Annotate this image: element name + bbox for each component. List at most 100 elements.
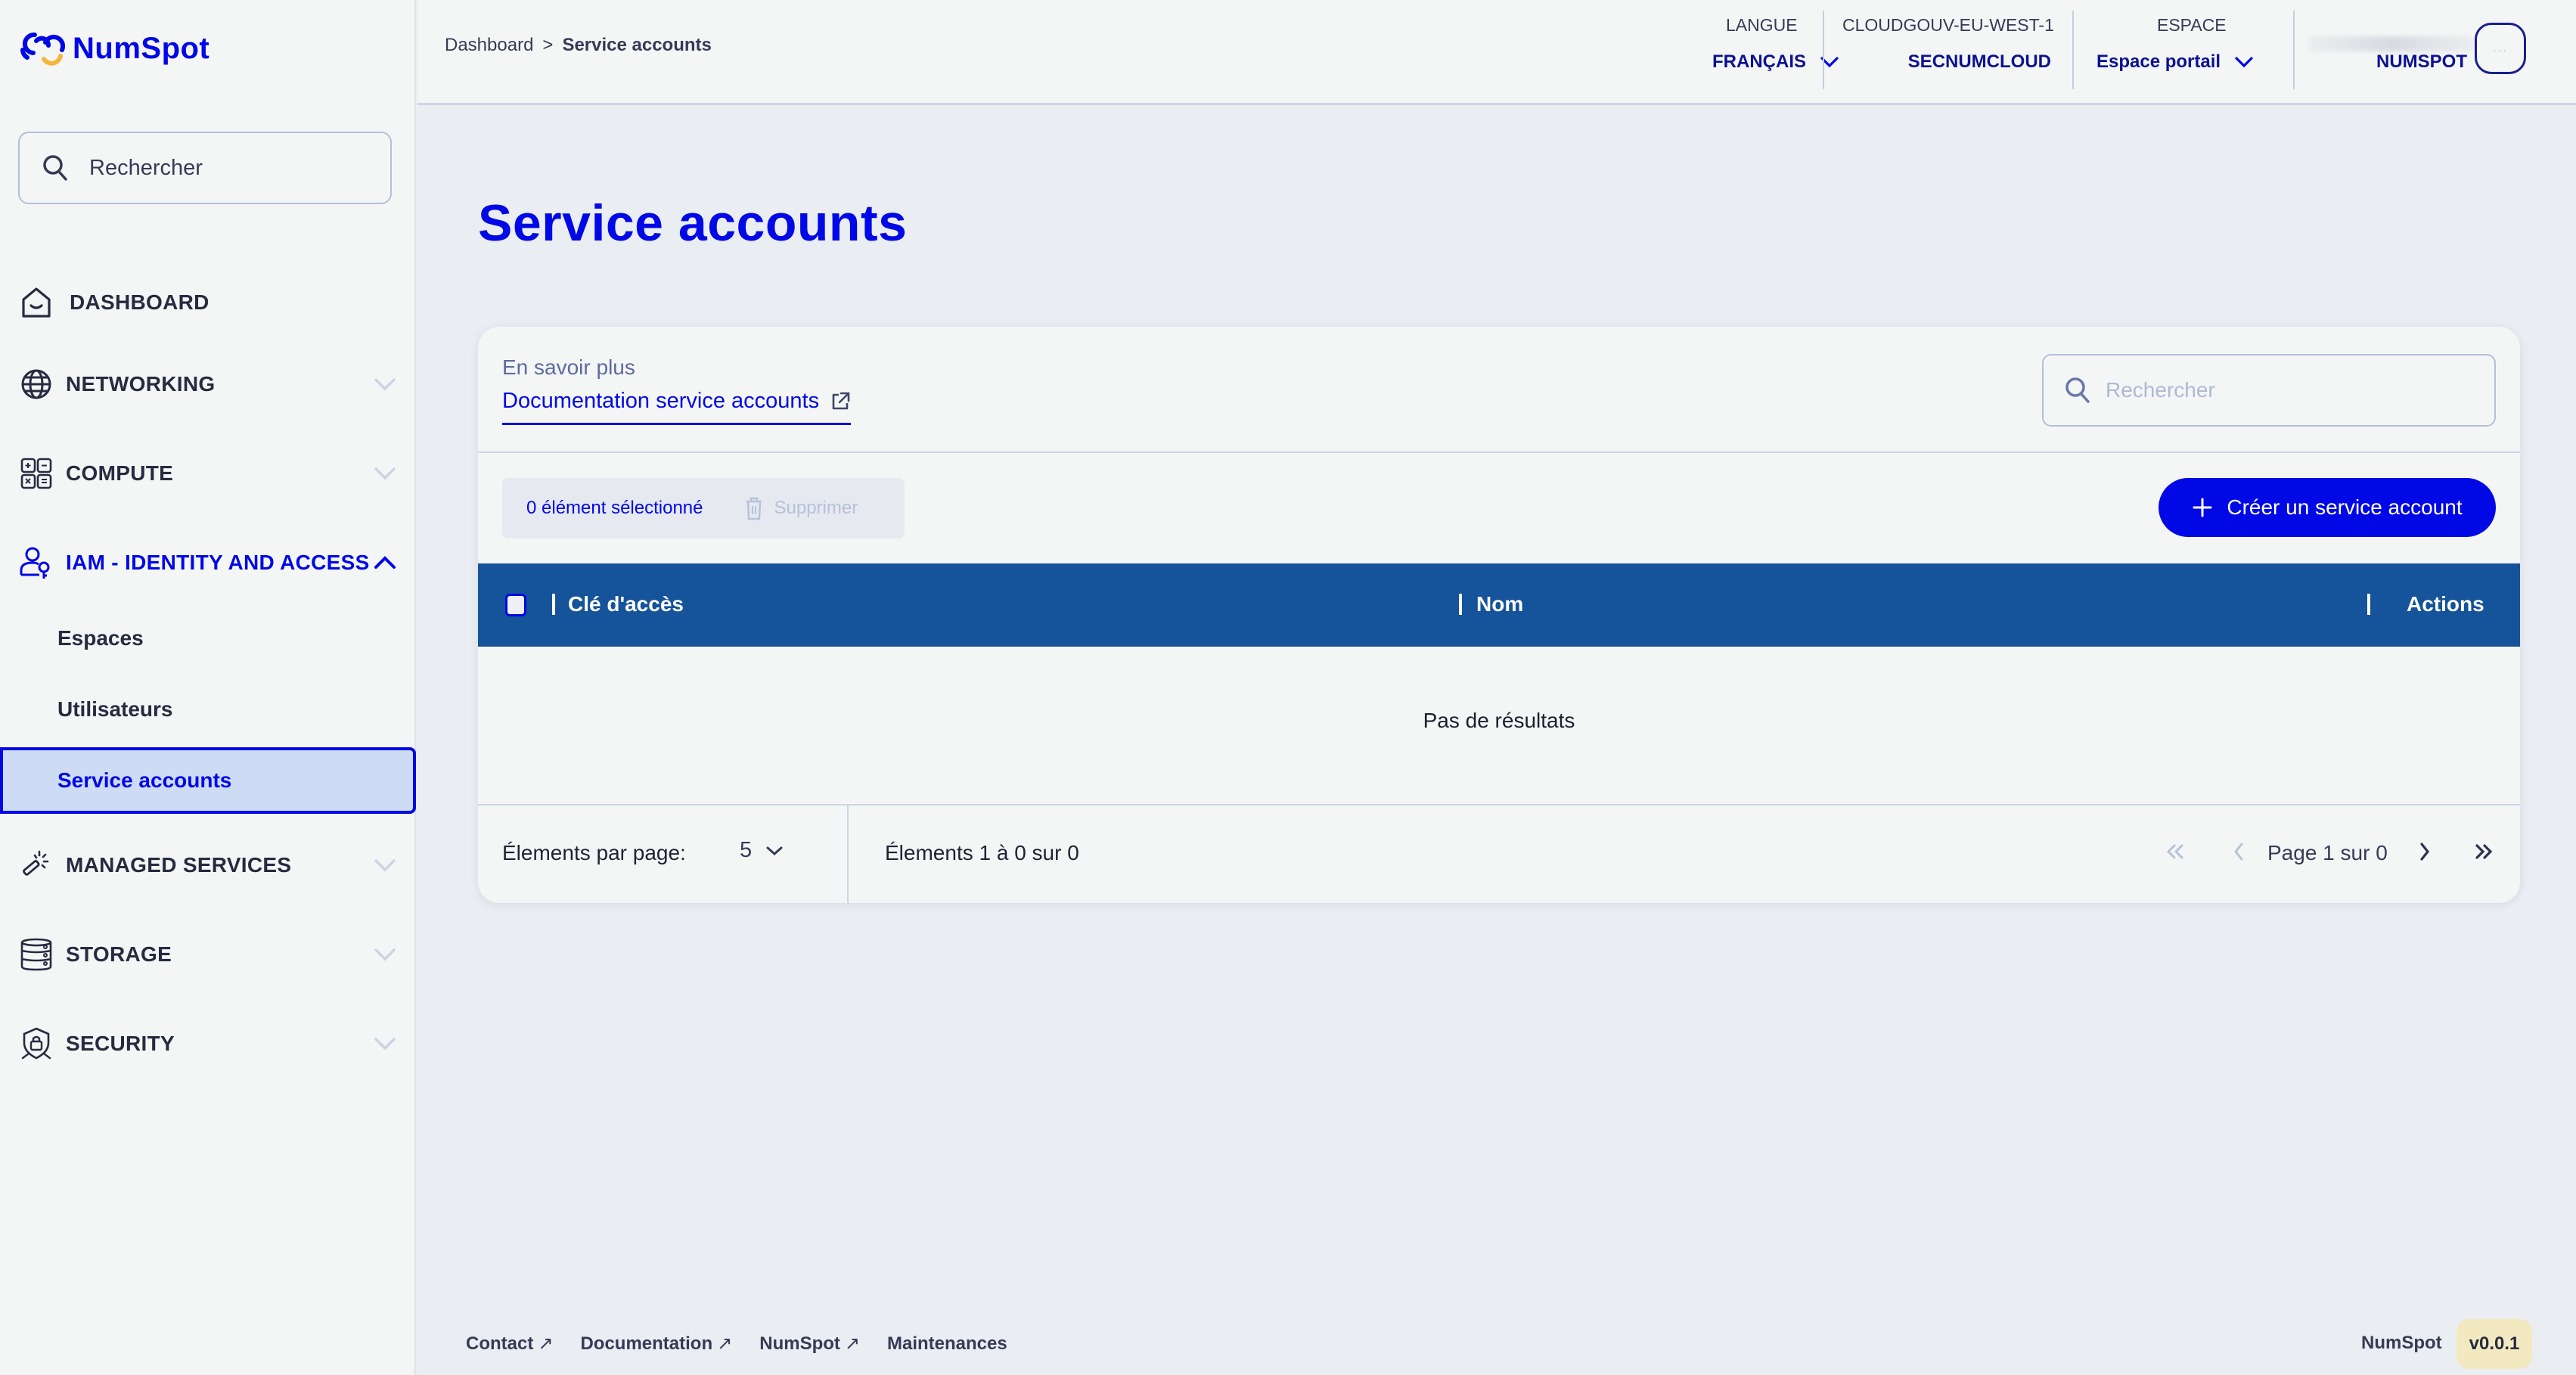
- select-all-checkbox[interactable]: [505, 594, 526, 616]
- per-page-label: Élements par page:: [502, 841, 686, 864]
- empty-state-message: Pas de résultats: [1423, 709, 1575, 732]
- footer-link-documentation[interactable]: Documentation ↗: [580, 1333, 732, 1355]
- sidebar-item-label: STORAGE: [66, 942, 172, 966]
- create-service-account-button[interactable]: Créer un service account: [2159, 478, 2496, 537]
- numspot-logo[interactable]: NumSpot: [17, 27, 209, 70]
- documentation-link[interactable]: Documentation service accounts: [502, 389, 852, 425]
- sidebar-item-label: MANAGED SERVICES: [66, 853, 292, 877]
- last-page-button[interactable]: [2470, 838, 2497, 865]
- column-resizer[interactable]: [2367, 594, 2370, 615]
- create-button-label: Créer un service account: [2227, 495, 2463, 519]
- search-icon: [2065, 377, 2090, 403]
- sidebar-subitem-label: Utilisateurs: [57, 697, 173, 721]
- card-divider: [478, 452, 2520, 453]
- plus-icon: [2193, 498, 2212, 517]
- version-badge: v0.0.1: [2457, 1319, 2532, 1369]
- column-header-name[interactable]: Nom: [1476, 592, 1523, 616]
- region-value: SECNUMCLOUD: [1907, 51, 2051, 72]
- table-search-placeholder: Rechercher: [2106, 378, 2215, 402]
- first-page-button[interactable]: [2162, 838, 2189, 865]
- per-page-value: 5: [740, 838, 753, 862]
- language-value-text: FRANÇAIS: [1712, 51, 1806, 72]
- column-resizer[interactable]: [552, 594, 555, 615]
- brand-name: NumSpot: [73, 31, 210, 65]
- sidebar-subitem-label: Service accounts: [57, 768, 232, 792]
- selection-count: 0 élément sélectionné: [526, 498, 703, 518]
- space-label: ESPACE: [2157, 15, 2227, 35]
- next-page-button[interactable]: [2411, 838, 2438, 865]
- sidebar-item-managed-services[interactable]: MANAGED SERVICES: [0, 843, 416, 888]
- external-arrow-icon: ↗: [844, 1333, 860, 1354]
- delete-button[interactable]: Supprimer: [745, 496, 858, 520]
- sidebar-subitem-label: Espaces: [57, 626, 144, 650]
- globe-icon: [20, 368, 53, 401]
- chevron-down-icon: [374, 1038, 396, 1051]
- chevron-down-icon: [374, 948, 396, 961]
- sidebar-item-dashboard[interactable]: DASHBOARD: [0, 280, 416, 325]
- language-value: FRANÇAIS: [1712, 51, 1839, 73]
- header-divider: [2072, 11, 2074, 89]
- trash-icon: [746, 497, 762, 520]
- sidebar-item-label: SECURITY: [66, 1032, 175, 1055]
- footer-link-label: NumSpot: [759, 1333, 840, 1354]
- sidebar-item-compute[interactable]: COMPUTE: [0, 451, 416, 496]
- language-label: LANGUE: [1726, 15, 1798, 35]
- previous-page-button[interactable]: [2225, 838, 2252, 865]
- sidebar-search-input[interactable]: Rechercher: [18, 132, 392, 204]
- footer-link-numspot[interactable]: NumSpot ↗: [759, 1333, 860, 1355]
- region-info: CLOUDGOUV-EU-WEST-1 SECNUMCLOUD: [1842, 14, 2069, 86]
- column-header-actions: Actions: [2407, 592, 2484, 616]
- breadcrumb-link-dashboard[interactable]: Dashboard: [445, 35, 533, 56]
- header-divider: [1823, 11, 1824, 89]
- user-avatar-button[interactable]: ...: [2475, 23, 2526, 74]
- sidebar-item-security[interactable]: SECURITY: [0, 1021, 416, 1066]
- top-bar: Dashboard > Service accounts LANGUE FRAN…: [417, 0, 2576, 105]
- header-divider: [2293, 11, 2295, 89]
- sidebar-item-label: NETWORKING: [66, 372, 216, 396]
- numspot-logo-icon: [20, 32, 65, 66]
- chevron-down-icon: [374, 467, 396, 480]
- breadcrumb: Dashboard > Service accounts: [445, 35, 712, 56]
- redacted-email: [2308, 36, 2475, 51]
- delete-button-label: Supprimer: [774, 498, 858, 518]
- footer-link-contact[interactable]: Contact ↗: [466, 1333, 553, 1355]
- footer-link-maintenances[interactable]: Maintenances: [887, 1333, 1007, 1355]
- account-info[interactable]: NUMSPOT: [2308, 14, 2475, 86]
- magic-wand-icon: [20, 849, 53, 882]
- home-icon: [20, 286, 53, 319]
- table-search-input[interactable]: Rechercher: [2042, 354, 2496, 427]
- footer-brand: NumSpot: [2361, 1333, 2442, 1353]
- chevron-down-icon: [2235, 57, 2253, 68]
- bulk-action-bar: 0 élément sélectionné Supprimer: [502, 478, 905, 539]
- chevron-down-icon: [374, 378, 396, 391]
- breadcrumb-separator: >: [542, 35, 554, 55]
- sidebar-item-label: DASHBOARD: [70, 290, 209, 314]
- per-page-select[interactable]: 5: [740, 838, 784, 863]
- column-header-access-key[interactable]: Clé d'accès: [568, 592, 684, 616]
- footer-link-label: Contact: [466, 1333, 534, 1354]
- footer-links: Contact ↗ Documentation ↗ NumSpot ↗ Main…: [466, 1333, 1007, 1355]
- chevrons-left-icon: [2166, 844, 2183, 859]
- user-key-icon: [20, 546, 53, 579]
- sidebar-item-networking[interactable]: NETWORKING: [0, 362, 416, 407]
- pagination-divider: [478, 804, 2520, 805]
- sidebar-subitem-service-accounts[interactable]: Service accounts: [0, 747, 416, 814]
- chevrons-right-icon: [2475, 844, 2493, 859]
- sidebar-subitem-espaces[interactable]: Espaces: [0, 607, 416, 670]
- pagination-range: Élements 1 à 0 sur 0: [885, 841, 1079, 864]
- sidebar-subitem-utilisateurs[interactable]: Utilisateurs: [0, 678, 416, 741]
- space-selector[interactable]: ESPACE Espace portail: [2092, 14, 2289, 86]
- sidebar-item-label: IAM - IDENTITY AND ACCESS: [66, 551, 370, 574]
- search-icon: [43, 155, 67, 181]
- space-value: Espace portail: [2096, 51, 2254, 73]
- sidebar-item-storage[interactable]: STORAGE: [0, 932, 416, 977]
- sidebar-item-iam[interactable]: IAM - IDENTITY AND ACCESS: [0, 540, 416, 585]
- region-label: CLOUDGOUV-EU-WEST-1: [1842, 15, 2054, 35]
- column-resizer[interactable]: [1459, 594, 1462, 615]
- avatar-glyph: ...: [2493, 42, 2508, 54]
- chevron-down-icon: [374, 859, 396, 872]
- sidebar: NumSpot Rechercher DASHBOARD NETWORKING …: [0, 0, 416, 1375]
- chevron-down-icon: [766, 846, 783, 855]
- external-arrow-icon: ↗: [538, 1333, 554, 1354]
- table-header: Clé d'accès Nom Actions: [478, 563, 2520, 647]
